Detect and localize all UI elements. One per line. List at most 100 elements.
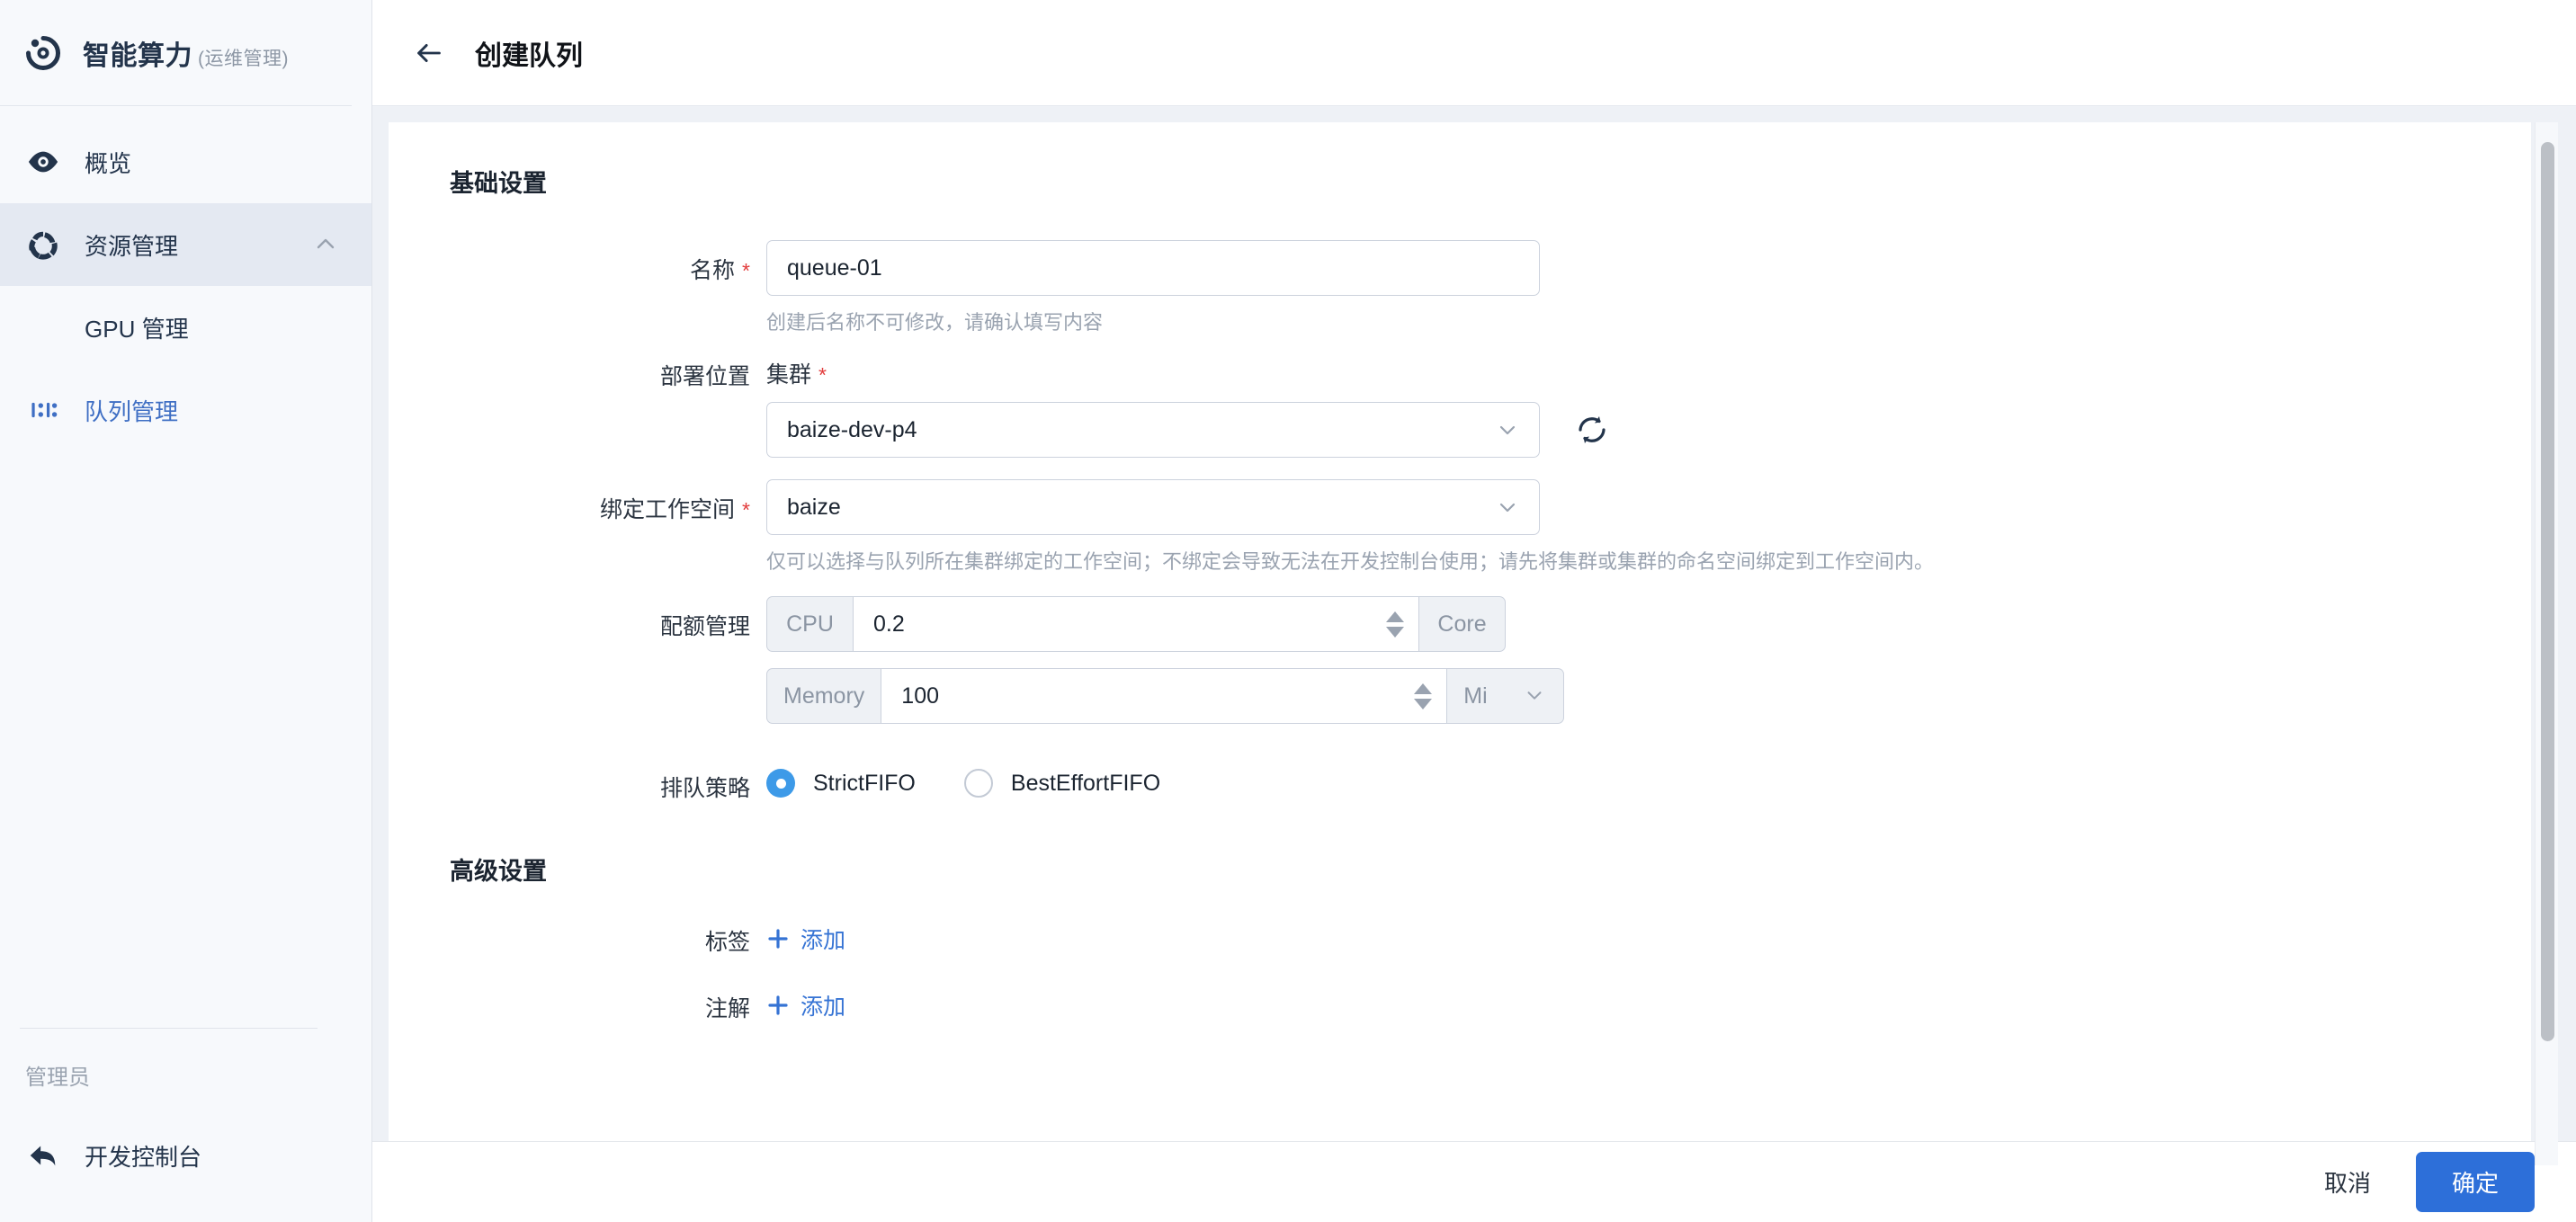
cluster-select[interactable]: baize-dev-p4 xyxy=(766,402,1540,458)
form-row-annotations: 注解 添加 xyxy=(389,980,2531,1023)
eye-icon xyxy=(25,144,61,180)
labels-label: 标签 xyxy=(704,930,750,955)
app-root: 智能算力 (运维管理) 概览 资源管理 GPU 管理 队列管理 管理员 开发控制… xyxy=(0,0,2576,1222)
sidebar-item-label: GPU 管理 xyxy=(85,315,189,343)
deploy-label: 部署位置 xyxy=(659,364,750,389)
cpu-quota-input[interactable]: 0.2 xyxy=(853,596,1419,652)
workspace-select-value: baize xyxy=(787,494,841,520)
radio-label: BestEffortFIFO xyxy=(1010,770,1161,796)
strategy-field-wrap: StrictFIFO BestEffortFIFO xyxy=(766,763,2531,798)
brand-name: 智能算力 xyxy=(83,40,192,71)
refresh-icon[interactable] xyxy=(1572,410,1612,450)
chevron-down-icon xyxy=(1496,418,1519,442)
name-label-wrap: 名称 * xyxy=(389,240,766,285)
strategy-label-wrap: 排队策略 xyxy=(389,763,766,803)
arrow-left-icon[interactable] xyxy=(410,34,448,72)
deploy-label-wrap: 部署位置 xyxy=(389,357,766,391)
form-row-deploy-location: 部署位置 集群 * baize-dev-p4 xyxy=(389,357,2531,458)
annotations-label: 注解 xyxy=(704,996,750,1021)
form-row-workspace: 绑定工作空间 * baize 仅可以选择与队列所在集群绑定的工作空间；不绑定会导… xyxy=(389,479,2531,575)
radio-strict-fifo[interactable]: StrictFIFO xyxy=(766,769,916,798)
stepper-down-icon[interactable] xyxy=(1414,698,1433,709)
workspace-select[interactable]: baize xyxy=(766,479,1540,535)
queue-icon xyxy=(25,392,61,428)
sidebar: 智能算力 (运维管理) 概览 资源管理 GPU 管理 队列管理 管理员 开发控制… xyxy=(0,0,372,1222)
memory-quota-input[interactable]: 100 xyxy=(881,668,1448,724)
add-label-button[interactable]: 添加 xyxy=(766,914,845,955)
name-input-value: queue-01 xyxy=(787,254,882,281)
confirm-button[interactable]: 确定 xyxy=(2415,1152,2535,1212)
sidebar-role-label: 管理员 xyxy=(25,1066,90,1090)
sidebar-item-overview[interactable]: 概览 xyxy=(0,120,371,203)
radar-target-icon xyxy=(20,30,67,76)
resource-recycle-icon xyxy=(25,227,61,263)
name-help-text: 创建后名称不可修改，请确认填写内容 xyxy=(766,311,1104,334)
dev-console-link[interactable]: 开发控制台 xyxy=(0,1112,371,1199)
cpu-unit-label: Core xyxy=(1419,596,1506,652)
memory-quantity-stepper[interactable] xyxy=(1414,682,1437,709)
form-row-strategy: 排队策略 StrictFIFO BestEffortFIFO xyxy=(389,763,2531,803)
strategy-radio-group: StrictFIFO BestEffortFIFO xyxy=(766,763,2531,798)
main-area: 创建队列 基础设置 名称 * queue-01 创建后名称不可修改，请确认填写内… xyxy=(372,0,2576,1222)
content-wrapper: 基础设置 名称 * queue-01 创建后名称不可修改，请确认填写内容 部署位… xyxy=(372,106,2576,1165)
required-marker: * xyxy=(742,498,750,522)
brand[interactable]: 智能算力 (运维管理) xyxy=(0,0,352,106)
scrollbar-thumb[interactable] xyxy=(2541,142,2554,1041)
form-row-quota: 配额管理 CPU 0.2 Core Memory 100 Mi xyxy=(389,596,2531,740)
form-card: 基础设置 名称 * queue-01 创建后名称不可修改，请确认填写内容 部署位… xyxy=(389,122,2531,1141)
plus-icon xyxy=(766,927,790,950)
chevron-down-icon xyxy=(1524,684,1547,708)
deploy-field-wrap: 集群 * baize-dev-p4 xyxy=(766,357,2531,458)
cpu-quota-group: CPU 0.2 Core xyxy=(766,596,2531,652)
radio-best-effort-fifo[interactable]: BestEffortFIFO xyxy=(963,769,1161,798)
sidebar-nav: 概览 资源管理 GPU 管理 队列管理 xyxy=(0,106,371,1028)
workspace-field-wrap: baize 仅可以选择与队列所在集群绑定的工作空间；不绑定会导致无法在开发控制台… xyxy=(766,479,2531,575)
add-label-text: 添加 xyxy=(801,928,846,953)
sidebar-item-queue-management[interactable]: 队列管理 xyxy=(0,369,371,451)
cluster-sub-label: 集群 xyxy=(766,362,812,388)
memory-quota-group: Memory 100 Mi xyxy=(766,668,2531,724)
sidebar-item-resource-management[interactable]: 资源管理 xyxy=(0,203,371,286)
name-label: 名称 xyxy=(690,258,736,283)
required-marker: * xyxy=(742,259,750,282)
required-marker: * xyxy=(818,363,827,387)
add-annotation-button[interactable]: 添加 xyxy=(766,980,845,1021)
strategy-label: 排队策略 xyxy=(659,776,750,801)
page-title: 创建队列 xyxy=(475,40,583,71)
labels-field-wrap: 添加 xyxy=(766,914,2531,955)
workspace-label-wrap: 绑定工作空间 * xyxy=(389,479,766,524)
cluster-sub-label-wrap: 集群 * xyxy=(766,357,2531,389)
quota-field-wrap: CPU 0.2 Core Memory 100 Mi xyxy=(766,596,2531,740)
basic-section-title: 基础设置 xyxy=(450,170,547,197)
memory-quota-value: 100 xyxy=(901,682,940,709)
chevron-down-icon xyxy=(1496,495,1519,519)
sidebar-item-gpu-management[interactable]: GPU 管理 xyxy=(0,286,371,369)
labels-label-wrap: 标签 xyxy=(389,914,766,957)
reply-arrow-icon xyxy=(25,1137,61,1173)
annotations-field-wrap: 添加 xyxy=(766,980,2531,1021)
radio-label: StrictFIFO xyxy=(813,770,916,796)
brand-suffix: (运维管理) xyxy=(198,48,289,69)
memory-unit-label: Mi xyxy=(1463,682,1488,709)
content-scrollbar[interactable] xyxy=(2535,122,2558,1165)
sidebar-item-label: 队列管理 xyxy=(85,397,179,425)
add-annotation-text: 添加 xyxy=(801,995,846,1020)
plus-icon xyxy=(766,994,790,1017)
stepper-up-icon[interactable] xyxy=(1386,611,1404,622)
chevron-up-icon[interactable] xyxy=(314,233,337,256)
stepper-down-icon[interactable] xyxy=(1386,626,1404,638)
brand-title: 智能算力 (运维管理) xyxy=(83,33,289,73)
cpu-quantity-stepper[interactable] xyxy=(1386,611,1409,638)
cluster-select-value: baize-dev-p4 xyxy=(787,416,917,442)
sidebar-item-label: 资源管理 xyxy=(85,232,179,260)
quota-label: 配额管理 xyxy=(659,614,750,639)
cancel-button[interactable]: 取消 xyxy=(2310,1155,2385,1209)
name-input[interactable]: queue-01 xyxy=(766,240,1540,296)
stepper-up-icon[interactable] xyxy=(1414,682,1433,694)
dev-console-label: 开发控制台 xyxy=(85,1143,202,1171)
form-row-labels: 标签 添加 xyxy=(389,914,2531,957)
name-field-wrap: queue-01 创建后名称不可修改，请确认填写内容 xyxy=(766,240,2531,335)
page-header: 创建队列 xyxy=(372,0,2576,106)
memory-unit-select[interactable]: Mi xyxy=(1447,668,1565,724)
advanced-section-title: 高级设置 xyxy=(450,858,547,885)
